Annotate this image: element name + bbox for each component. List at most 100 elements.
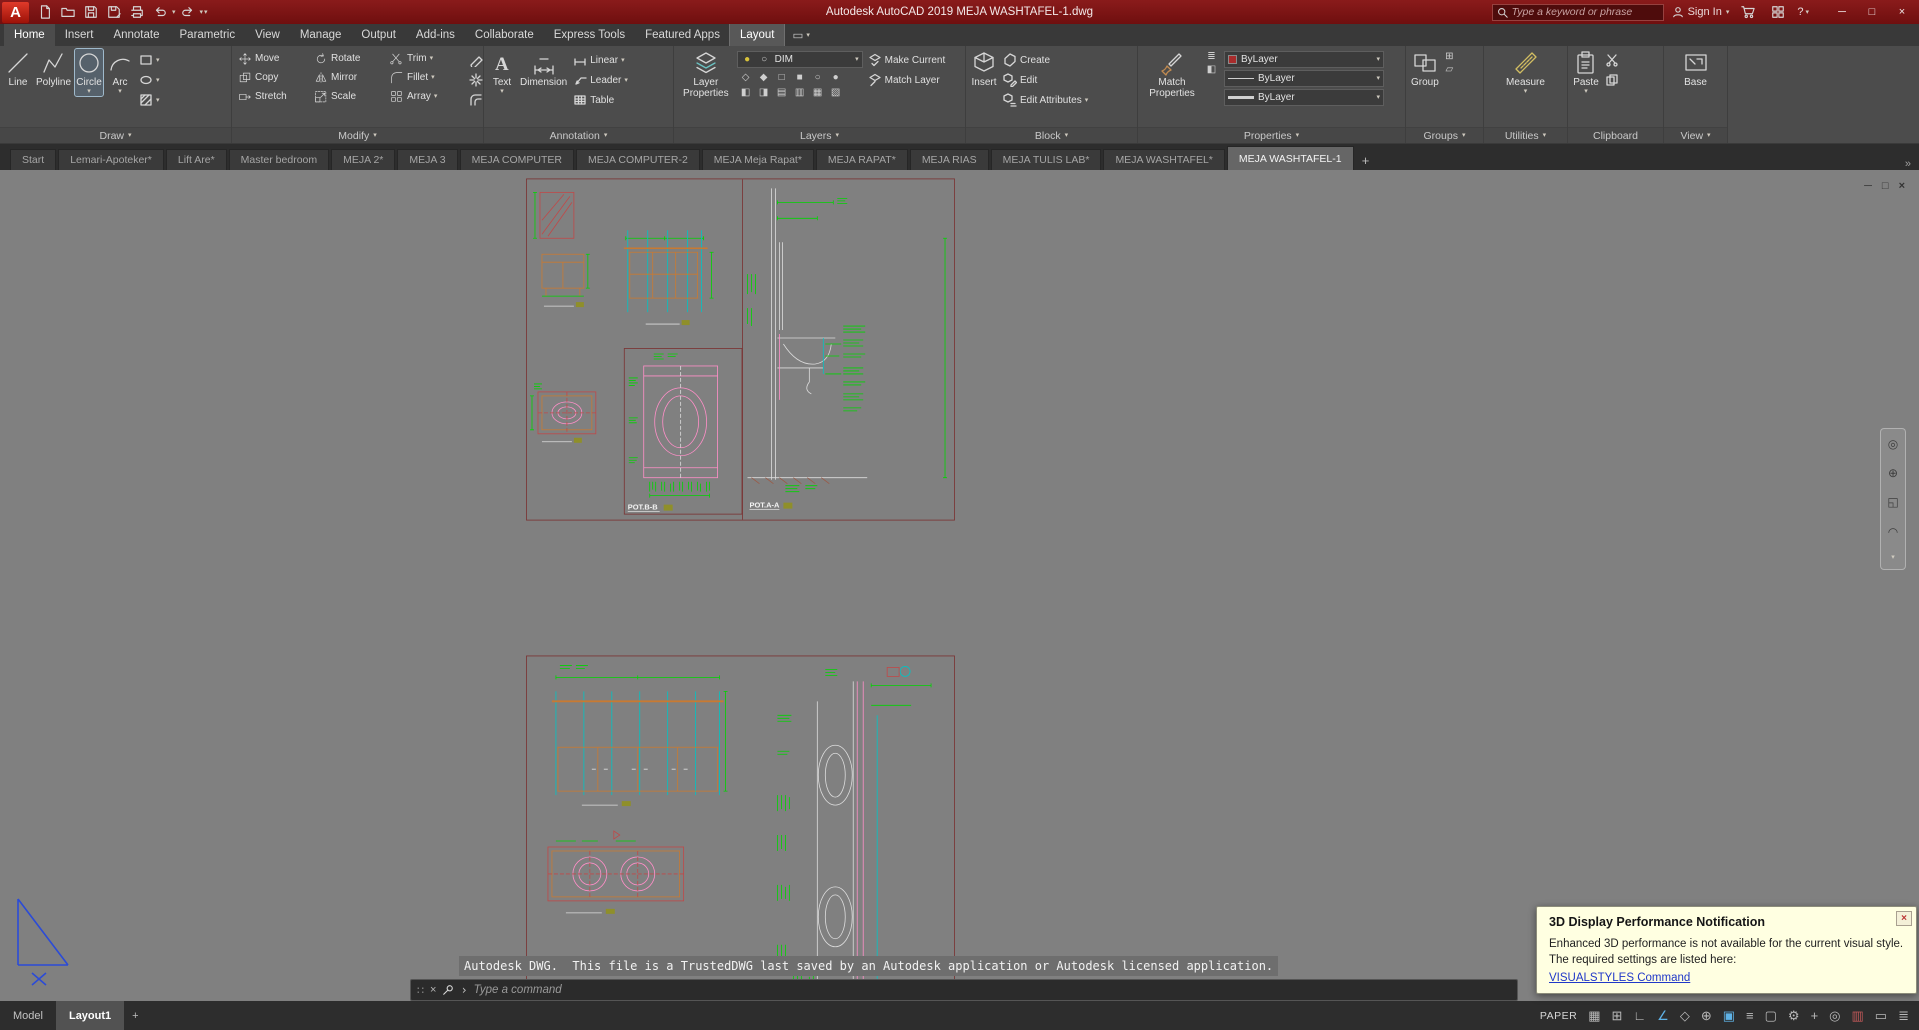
leader-button[interactable]: Leader▾ [571,71,630,89]
layers-panel-label[interactable]: Layers▾ [674,127,965,143]
polyline-button[interactable]: Polyline [35,49,72,89]
rectangle-button[interactable]: ▾ [137,51,162,69]
file-tab[interactable]: MEJA 2* [331,149,395,170]
notification-close-icon[interactable]: × [1896,911,1912,926]
layer-tool-icon[interactable]: ◆ [757,72,770,83]
linear-button[interactable]: Linear▾ [571,51,630,69]
grid-display-icon[interactable]: ▦ [1588,1009,1600,1022]
drawing-close-icon[interactable]: × [1899,180,1905,192]
ribbon-tab-manage[interactable]: Manage [290,24,352,46]
file-tab[interactable]: MEJA RIAS [910,149,989,170]
linetype-combo[interactable]: ByLayer ▾ [1224,70,1384,87]
group-button[interactable]: Group [1410,49,1440,89]
layer-tool-icon[interactable]: ■ [793,72,806,83]
paper-space-button[interactable]: PAPER [1540,1010,1577,1022]
layer-tool-icon[interactable]: ▦ [811,87,824,98]
object-snap-tracking-icon[interactable]: ⊕ [1701,1009,1712,1022]
erase-button[interactable] [467,51,485,69]
file-tab[interactable]: MEJA WASHTAFEL* [1103,149,1224,170]
new-drawing-tab-button[interactable]: + [1356,150,1376,170]
cut-button[interactable] [1603,51,1621,69]
help-caret-icon[interactable]: ▾ [1805,9,1809,16]
base-view-button[interactable]: Base [1682,49,1710,89]
clean-screen-icon[interactable]: ▭ [1875,1009,1887,1022]
command-close-icon[interactable]: × [430,984,436,996]
command-input[interactable] [474,984,1511,996]
lineweight-combo[interactable]: ByLayer ▾ [1224,89,1384,106]
customization-icon[interactable]: ≣ [1898,1009,1909,1022]
redo-button[interactable] [177,2,199,22]
object-color-combo[interactable]: ByLayer ▾ [1224,51,1384,68]
annotation-monitor-icon[interactable]: + [1811,1009,1819,1022]
create-block-button[interactable]: Create [1001,51,1090,69]
file-tab[interactable]: MEJA COMPUTER-2 [576,149,700,170]
offset-button[interactable] [467,91,485,109]
ellipse-button[interactable]: ▾ [137,71,162,89]
layer-tool-icon[interactable]: □ [775,72,788,83]
layer-tool-icon[interactable]: ▧ [829,87,842,98]
ribbon-tab-featured-apps[interactable]: Featured Apps [635,24,730,46]
text-button[interactable]: A Text ▾ [488,49,516,96]
ungroup-icon[interactable]: ⊞ [1443,51,1456,62]
command-bar[interactable]: ∷ × › [410,979,1518,1001]
ribbon-tab-parametric[interactable]: Parametric [170,24,246,46]
customize-icon[interactable] [442,984,454,996]
drawing-minimize-icon[interactable]: ─ [1864,180,1872,192]
ribbon-tab-view[interactable]: View [245,24,290,46]
open-button[interactable] [57,2,79,22]
ribbon-tab-addins[interactable]: Add-ins [406,24,465,46]
infocenter-search[interactable] [1492,4,1664,21]
block-panel-label[interactable]: Block▾ [966,127,1137,143]
file-tab[interactable]: MEJA COMPUTER [460,149,574,170]
trim-button[interactable]: Trim▾ [388,50,464,68]
file-tab[interactable]: MEJA 3 [397,149,457,170]
workspace-gear-icon[interactable]: ⚙ [1788,1009,1800,1022]
layout-sheet-top[interactable]: POT.B-B POT.A-A [526,178,955,521]
ribbon-display-toggle[interactable]: ▭ ▾ [784,24,817,46]
layout1-tab[interactable]: Layout1 [56,1001,124,1030]
file-tab[interactable]: MEJA RAPAT* [816,149,908,170]
drawing-restore-icon[interactable]: □ [1882,180,1889,192]
model-tab[interactable]: Model [0,1001,56,1030]
arc-button[interactable]: Arc ▾ [106,49,134,96]
stretch-button[interactable]: Stretch [236,88,312,106]
dimension-button[interactable]: Dimension [519,49,568,89]
properties-panel-label[interactable]: Properties▾ [1138,127,1405,143]
zoom-extents-icon[interactable]: ◱ [1887,495,1898,509]
close-button[interactable]: × [1887,1,1917,23]
ribbon-tab-home[interactable]: Home [4,24,55,46]
make-current-button[interactable]: Make Current [866,51,961,69]
copy-clip-button[interactable] [1603,71,1621,89]
selection-cycling-icon[interactable]: ▢ [1765,1009,1777,1022]
insert-block-button[interactable]: Insert [970,49,998,89]
navigation-wheel-icon[interactable]: ◎ [1888,437,1898,451]
file-tab[interactable]: MEJA TULIS LAB* [991,149,1102,170]
search-input[interactable] [1512,6,1659,18]
layer-tool-icon[interactable]: ○ [811,72,824,83]
new-layout-button[interactable]: + [124,1010,146,1022]
orbit-icon[interactable]: ◠ [1888,525,1898,539]
match-properties-button[interactable]: Match Properties [1142,49,1202,100]
table-button[interactable]: Table [571,91,630,109]
file-tab[interactable]: Lift Are* [166,149,227,170]
layer-tool-icon[interactable]: ▤ [775,87,788,98]
move-button[interactable]: Move [236,50,312,68]
sign-in-button[interactable]: Sign In ▾ [1672,6,1730,18]
snap-mode-icon[interactable]: ⊞ [1612,1009,1623,1022]
copy-button[interactable]: Copy [236,69,312,87]
new-button[interactable] [34,2,56,22]
rotate-button[interactable]: Rotate [312,50,388,68]
layer-tool-icon[interactable]: ▥ [793,87,806,98]
edit-block-button[interactable]: Edit [1001,71,1090,89]
draw-panel-label[interactable]: Draw▾ [0,127,231,143]
graphics-performance-icon[interactable]: ▥ [1852,1009,1864,1022]
layer-tool-icon[interactable]: ◨ [757,87,770,98]
layer-tool-icon[interactable]: ● [829,72,842,83]
application-menu-button[interactable]: A [2,2,29,23]
ribbon-tab-insert[interactable]: Insert [55,24,104,46]
file-tab[interactable]: Master bedroom [229,149,329,170]
array-button[interactable]: Array▾ [388,88,464,106]
group-edit-icon[interactable]: ▱ [1443,64,1456,75]
exchange-apps-button[interactable] [1767,2,1789,22]
command-bar-grip[interactable]: ∷ [417,984,424,997]
